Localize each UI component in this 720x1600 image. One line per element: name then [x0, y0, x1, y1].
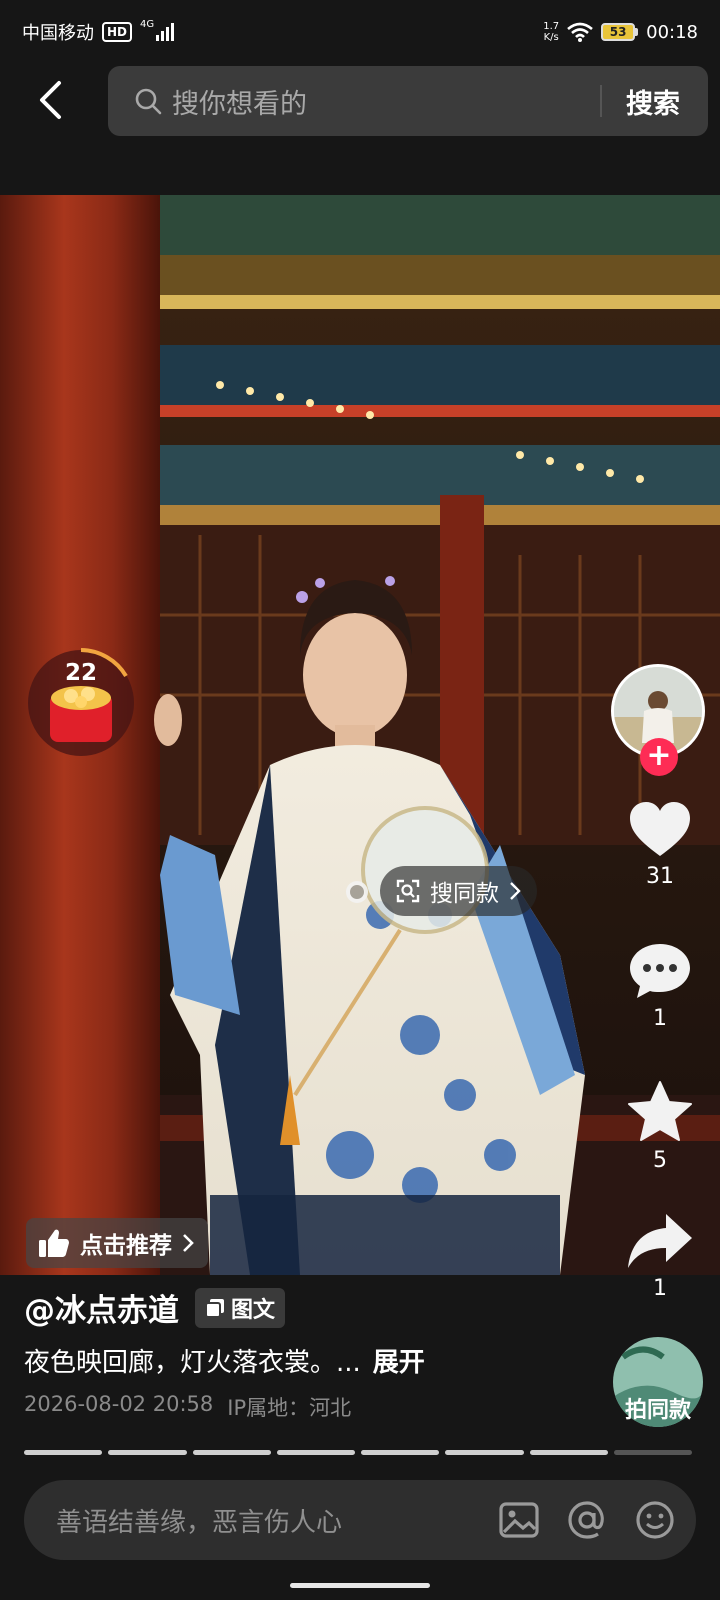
network-speed: 1.7 K/s: [543, 21, 559, 43]
product-tag-dot[interactable]: [346, 881, 368, 903]
comment-icon: [630, 944, 690, 998]
comment-count: 1: [653, 1006, 667, 1031]
find-same-label: 搜同款: [430, 881, 499, 907]
reward-count: 22: [64, 660, 97, 686]
hd-badge: HD: [102, 22, 133, 42]
star-icon: [628, 1081, 692, 1141]
progress-segment: [276, 1450, 355, 1455]
share-icon: [628, 1214, 692, 1268]
reward-widget[interactable]: 22: [26, 648, 136, 758]
recommend-label: 点击推荐: [80, 1233, 172, 1259]
home-indicator: [290, 1583, 430, 1588]
progress-segment: [613, 1450, 692, 1455]
status-left: 中国移动 HD 4G: [22, 18, 175, 45]
post-caption[interactable]: 夜色映回廊，灯火落衣裳。... 展开: [24, 1342, 425, 1379]
comment-button[interactable]: 1: [622, 942, 698, 1031]
back-arrow-icon: [40, 81, 61, 119]
speed-unit: K/s: [543, 32, 559, 43]
progress-segment: [445, 1450, 524, 1455]
post-type-badge: 图文: [195, 1287, 286, 1328]
search-submit-button[interactable]: 搜索: [626, 82, 680, 121]
search-bar[interactable]: 搜你想看的 搜索: [108, 66, 708, 136]
search-icon: [135, 88, 162, 115]
carrier-label: 中国移动: [22, 23, 94, 44]
heart-icon: [630, 802, 690, 856]
image-post-icon: [205, 1298, 224, 1318]
network-type: 4G: [140, 18, 155, 30]
search-input[interactable]: 搜你想看的: [172, 82, 600, 121]
at-icon[interactable]: [566, 1499, 608, 1541]
comment-input[interactable]: 善语结善缘，恶言伤人心: [56, 1502, 498, 1539]
share-button[interactable]: 1: [622, 1212, 698, 1301]
battery-icon: 53: [601, 23, 639, 41]
author-line: @冰点赤道 图文: [24, 1285, 286, 1330]
like-count: 31: [646, 864, 674, 889]
status-bar: 中国移动 HD 4G 1.7 K/s 53 00:18: [0, 0, 720, 64]
recommend-button[interactable]: 点击推荐: [26, 1218, 208, 1268]
follow-button[interactable]: +: [640, 738, 678, 776]
image-progress: [24, 1450, 692, 1455]
ip-location: IP属地：河北: [227, 1396, 352, 1420]
post-meta: 2026-08-02 20:58 IP属地：河北: [24, 1392, 351, 1422]
back-button[interactable]: [28, 78, 72, 122]
wifi-icon: [567, 22, 593, 42]
comment-tools: [498, 1499, 676, 1541]
comment-bar[interactable]: 善语结善缘，恶言伤人心: [24, 1480, 696, 1560]
same-style-label[interactable]: 拍同款: [598, 1392, 718, 1424]
find-same-button[interactable]: 搜同款: [380, 866, 537, 916]
search-divider: [600, 85, 602, 117]
post-type-label: 图文: [231, 1297, 276, 1323]
status-right: 1.7 K/s 53 00:18: [543, 21, 698, 43]
caption-text: 夜色映回廊，灯火落衣裳。...: [24, 1348, 361, 1378]
signal-icon: [156, 23, 175, 41]
like-button[interactable]: 31: [622, 800, 698, 889]
progress-segment: [361, 1450, 440, 1455]
progress-segment: [192, 1450, 271, 1455]
image-icon[interactable]: [498, 1499, 540, 1541]
progress-segment: [108, 1450, 187, 1455]
emoji-icon[interactable]: [634, 1499, 676, 1541]
progress-segment: [529, 1450, 608, 1455]
progress-segment: [24, 1450, 103, 1455]
scan-icon: [396, 879, 420, 903]
share-count: 1: [653, 1276, 667, 1301]
favorite-button[interactable]: 5: [622, 1080, 698, 1173]
speed-value: 1.7: [543, 21, 560, 32]
expand-button[interactable]: 展开: [373, 1348, 425, 1378]
author-name[interactable]: @冰点赤道: [24, 1285, 179, 1330]
chevron-right-icon: [510, 882, 521, 900]
favorite-count: 5: [653, 1148, 667, 1173]
thumbs-up-icon: [39, 1229, 69, 1257]
post-timestamp: 2026-08-02 20:58: [24, 1392, 214, 1416]
clock: 00:18: [646, 21, 698, 43]
battery-level: 53: [601, 23, 636, 41]
chevron-right-icon: [183, 1234, 194, 1252]
